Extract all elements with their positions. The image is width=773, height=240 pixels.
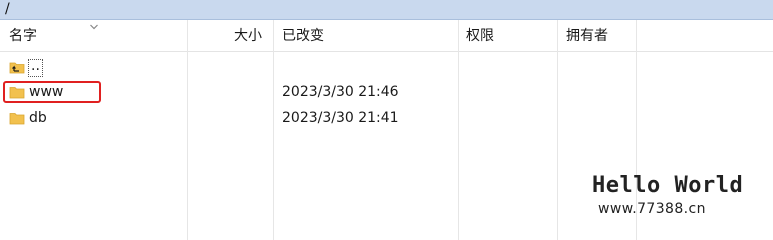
column-divider[interactable] (273, 20, 274, 240)
file-modified: 2023/3/30 21:41 (282, 110, 399, 126)
column-divider[interactable] (458, 20, 459, 240)
file-row-db[interactable]: db 2023/3/30 21:41 (0, 106, 640, 130)
path-bar[interactable]: / (0, 0, 773, 20)
file-modified: 2023/3/30 21:46 (282, 84, 399, 100)
parent-folder-icon (9, 62, 25, 74)
column-divider[interactable] (557, 20, 558, 240)
watermark-url: www.77388.cn (598, 201, 706, 217)
column-header-owner[interactable]: 拥有者 (566, 20, 608, 52)
sort-ascending-icon (90, 24, 98, 30)
file-list-header: 名字 大小 已改变 权限 拥有者 (0, 20, 773, 52)
column-header-permissions[interactable]: 权限 (466, 20, 494, 52)
column-header-name[interactable]: 名字 (9, 20, 37, 52)
file-row-parent[interactable]: .. (0, 55, 640, 79)
current-path: / (5, 1, 10, 17)
column-divider[interactable] (187, 20, 188, 240)
watermark-title: Hello World (592, 173, 744, 198)
highlight-box (3, 81, 101, 103)
column-header-size[interactable]: 大小 (234, 20, 262, 52)
file-name: db (29, 110, 47, 126)
column-header-modified[interactable]: 已改变 (282, 20, 324, 52)
folder-icon (9, 113, 25, 125)
file-name: .. (28, 59, 43, 77)
